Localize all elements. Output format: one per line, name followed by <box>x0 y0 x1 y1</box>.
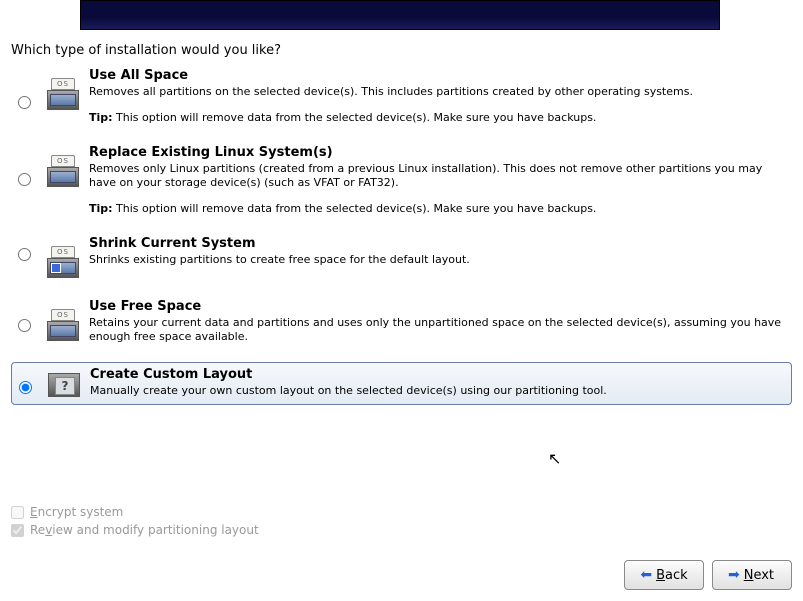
prompt-text: Which type of installation would you lik… <box>11 43 281 58</box>
back-button[interactable]: ⬅ Back <box>624 560 704 590</box>
option-desc: Shrinks existing partitions to create fr… <box>89 253 782 267</box>
encrypt-system-checkbox <box>11 506 24 519</box>
disk-icon: OS <box>47 309 79 341</box>
radio-use-all-space[interactable] <box>18 96 31 109</box>
disk-icon: OS <box>47 78 79 110</box>
option-tip: Tip: This option will remove data from t… <box>89 202 782 215</box>
option-title: Use Free Space <box>89 299 782 314</box>
next-button[interactable]: ➡ Next <box>712 560 792 590</box>
option-use-all-space[interactable]: OS Use All Space Removes all partitions … <box>11 65 792 130</box>
arrow-left-icon: ⬅ <box>640 567 652 583</box>
option-desc: Removes all partitions on the selected d… <box>89 85 782 99</box>
option-replace-existing[interactable]: OS Replace Existing Linux System(s) Remo… <box>11 142 792 221</box>
review-layout-checkbox-row: Review and modify partitioning layout <box>11 523 259 537</box>
radio-use-free-space[interactable] <box>18 319 31 332</box>
option-desc: Manually create your own custom layout o… <box>90 384 781 398</box>
footer-separator <box>0 548 803 549</box>
option-title: Replace Existing Linux System(s) <box>89 145 782 160</box>
footer-buttons: ⬅ Back ➡ Next <box>624 560 792 590</box>
option-custom-layout[interactable]: Create Custom Layout Manually create you… <box>11 362 792 405</box>
option-use-free-space[interactable]: OS Use Free Space Retains your current d… <box>11 296 792 350</box>
extra-options: Encrypt system Review and modify partiti… <box>11 505 259 541</box>
option-desc: Retains your current data and partitions… <box>89 316 782 344</box>
option-desc: Removes only Linux partitions (created f… <box>89 162 782 190</box>
option-title: Use All Space <box>89 68 782 83</box>
arrow-right-icon: ➡ <box>728 567 740 583</box>
option-title: Create Custom Layout <box>90 367 781 382</box>
radio-custom-layout[interactable] <box>19 381 32 394</box>
disk-icon: OS <box>47 155 79 187</box>
option-shrink[interactable]: OS Shrink Current System Shrinks existin… <box>11 233 792 284</box>
disk-shrink-icon: OS <box>47 246 79 278</box>
radio-shrink[interactable] <box>18 248 31 261</box>
install-type-options: OS Use All Space Removes all partitions … <box>11 65 792 417</box>
review-layout-checkbox <box>11 524 24 537</box>
option-tip: Tip: This option will remove data from t… <box>89 111 782 124</box>
header-banner <box>80 0 720 30</box>
radio-replace-existing[interactable] <box>18 173 31 186</box>
question-icon <box>48 373 80 397</box>
encrypt-system-checkbox-row: Encrypt system <box>11 505 259 519</box>
mouse-cursor-icon: ↖ <box>548 449 561 468</box>
option-title: Shrink Current System <box>89 236 782 251</box>
